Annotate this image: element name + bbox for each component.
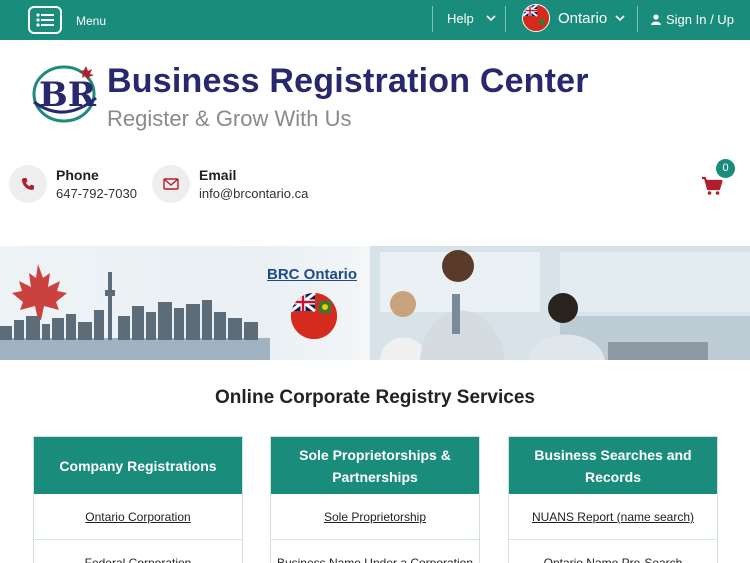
menu-button[interactable]: [28, 6, 62, 34]
province-selector[interactable]: Ontario: [522, 4, 625, 32]
service-link[interactable]: Sole Proprietorship: [271, 494, 479, 540]
phone-icon: [22, 178, 34, 190]
top-navigation-bar: Menu Help Ontario Sign In / Up: [0, 0, 750, 40]
hero-banner: BRC Ontario: [0, 246, 750, 360]
brand-logo[interactable]: BR: [30, 62, 102, 124]
card-heading: Company Registrations: [34, 437, 242, 494]
divider: [637, 6, 638, 32]
service-link[interactable]: Federal Corporation: [34, 540, 242, 563]
banner-title-link[interactable]: BRC Ontario: [267, 266, 357, 283]
email-title: Email: [199, 167, 237, 183]
site-tagline: Register & Grow With Us: [107, 106, 352, 131]
chevron-down-icon: [615, 14, 625, 21]
phone-icon-circle: [9, 165, 47, 203]
menu-label[interactable]: Menu: [76, 14, 106, 28]
help-label: Help: [447, 11, 474, 26]
service-link[interactable]: Business Name Under a Corporation: [271, 540, 479, 563]
services-section-title: Online Corporate Registry Services: [215, 387, 535, 408]
logo-text: BR: [39, 75, 97, 115]
list-menu-icon: [36, 13, 54, 27]
ontario-flag-icon: [522, 4, 550, 32]
service-card-company-registrations: Company Registrations Ontario Corporatio…: [33, 436, 243, 563]
toronto-skyline-image: [0, 246, 750, 360]
site-title: Business Registration Center: [107, 62, 589, 100]
email-address-link[interactable]: info@brcontario.ca: [199, 186, 308, 201]
service-link[interactable]: NUANS Report (name search): [509, 494, 717, 540]
shopping-cart-icon: [702, 176, 723, 195]
user-icon: [651, 14, 661, 25]
envelope-icon: [163, 178, 179, 190]
help-dropdown[interactable]: Help: [447, 11, 496, 26]
service-card-business-searches: Business Searches and Records NUANS Repo…: [508, 436, 718, 563]
sign-in-label: Sign In / Up: [666, 12, 734, 27]
service-link[interactable]: Ontario Corporation: [34, 494, 242, 540]
ontario-flag-icon: [291, 293, 337, 339]
sign-in-link[interactable]: Sign In / Up: [651, 12, 734, 27]
phone-title: Phone: [56, 167, 99, 183]
card-heading: Business Searches and Records: [509, 437, 717, 494]
service-link[interactable]: Ontario Name Pre-Search: [509, 540, 717, 563]
card-heading: Sole Proprietorships & Partnerships: [271, 437, 479, 494]
shopping-cart-button[interactable]: [701, 176, 727, 202]
service-card-sole-proprietorships: Sole Proprietorships & Partnerships Sole…: [270, 436, 480, 563]
email-icon-circle: [152, 165, 190, 203]
chevron-down-icon: [486, 15, 496, 22]
province-label: Ontario: [558, 9, 608, 27]
phone-number-link[interactable]: 647-792-7030: [56, 186, 137, 201]
divider: [505, 6, 506, 32]
divider: [432, 6, 433, 32]
